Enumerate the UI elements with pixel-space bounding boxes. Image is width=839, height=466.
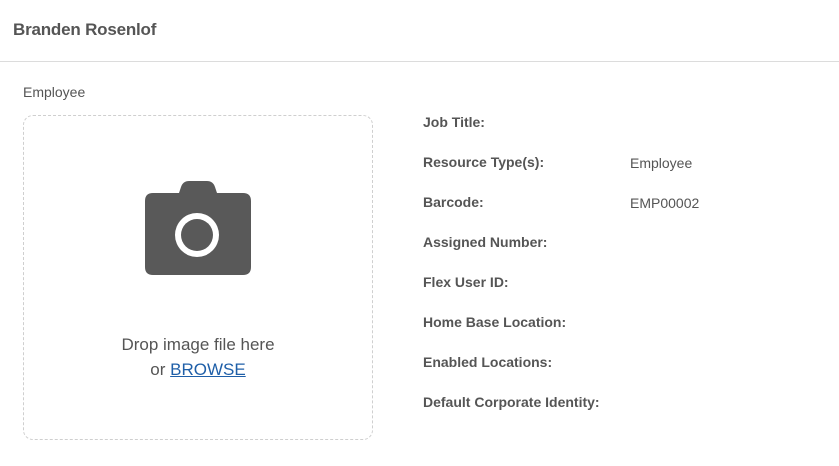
field-assigned-number: Assigned Number: [423,234,803,254]
record-type-label: Employee [23,84,86,100]
field-label: Assigned Number: [423,234,548,250]
page-header: Branden Rosenlof [0,0,839,62]
field-barcode: Barcode: EMP00002 [423,194,803,214]
field-label: Job Title: [423,114,485,130]
browse-link[interactable]: BROWSE [170,360,246,379]
employee-detail-page: Branden Rosenlof Employee Drop image fil… [0,0,839,466]
field-value: EMP00002 [630,195,700,211]
field-label: Flex User ID: [423,274,509,290]
field-default-corporate-identity: Default Corporate Identity: [423,394,803,414]
field-value: Employee [630,155,693,171]
field-label: Home Base Location: [423,314,567,330]
field-label: Enabled Locations: [423,354,553,370]
field-label: Default Corporate Identity: [423,394,600,410]
field-home-base-location: Home Base Location: [423,314,803,334]
field-flex-user-id: Flex User ID: [423,274,803,294]
field-resource-types: Resource Type(s): Employee [423,154,803,174]
field-job-title: Job Title: [423,114,803,134]
field-enabled-locations: Enabled Locations: [423,354,803,374]
image-dropzone[interactable]: Drop image file here or BROWSE [23,115,373,440]
camera-icon [145,181,251,275]
field-label: Resource Type(s): [423,154,545,170]
page-title: Branden Rosenlof [13,20,157,39]
dropzone-text: Drop image file here or BROWSE [24,332,372,382]
field-label: Barcode: [423,194,484,210]
drop-prompt: Drop image file here [121,335,275,354]
browse-line: or BROWSE [24,357,372,382]
or-text: or [150,360,166,379]
